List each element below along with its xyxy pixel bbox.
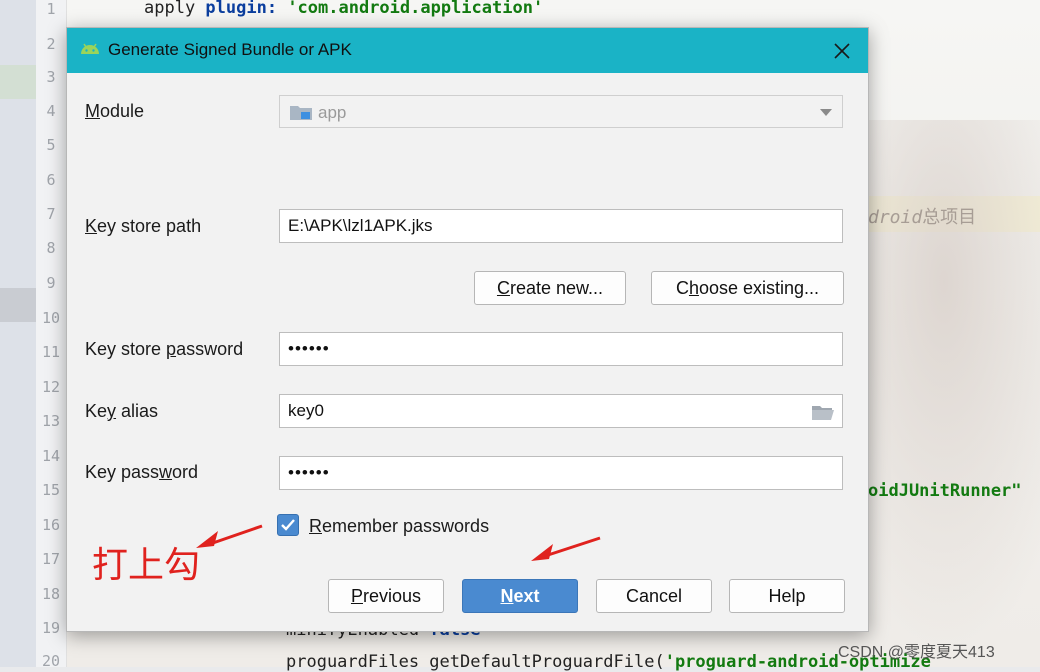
line-number: 20 xyxy=(41,652,61,670)
line-number: 10 xyxy=(41,309,61,327)
line-number: 6 xyxy=(46,171,56,189)
password-mask: •••••• xyxy=(288,463,330,482)
button-label: revious xyxy=(362,586,422,606)
module-label: Module xyxy=(85,101,144,122)
dialog-title: Generate Signed Bundle or APK xyxy=(108,40,352,59)
button-label: C xyxy=(675,278,689,298)
line-number: 1 xyxy=(46,0,56,18)
line-number: 18 xyxy=(41,585,61,603)
label-text: ey store path xyxy=(97,216,202,236)
label-text: Key pass xyxy=(85,462,160,482)
label-text: Key store xyxy=(85,339,167,359)
line-number: 19 xyxy=(41,619,61,637)
label-mnemonic: w xyxy=(159,462,173,482)
line-number: 5 xyxy=(46,136,56,154)
module-select[interactable]: app xyxy=(279,95,843,128)
cancel-button[interactable]: Cancel xyxy=(596,579,712,613)
line-number: 4 xyxy=(46,102,56,120)
button-label: reate new... xyxy=(509,278,604,298)
label-mnemonic: y xyxy=(107,401,117,421)
label-text: assword xyxy=(176,339,244,359)
label-text: Ke xyxy=(85,401,108,421)
code-fragment-runner: oidJUnitRunner" xyxy=(868,481,1022,501)
line-number: 14 xyxy=(41,447,61,465)
comment-text-cjk: 总项目 xyxy=(922,207,977,228)
code-line-20: proguardFiles getDefaultProguardFile('pr… xyxy=(286,652,931,672)
browse-folder-icon[interactable] xyxy=(812,404,834,420)
annotation-text: 打上勾 xyxy=(92,545,201,586)
label-text: ord xyxy=(172,462,199,482)
key-store-password-input[interactable]: •••••• xyxy=(279,332,843,366)
key-store-path-value: E:\APK\lzl1APK.jks xyxy=(288,216,433,235)
key-alias-label: Key alias xyxy=(85,401,158,422)
code-comment-fragment: droid总项目 xyxy=(868,203,976,229)
line-number: 2 xyxy=(46,35,56,53)
create-new-button[interactable]: Create new... xyxy=(474,271,626,305)
close-icon xyxy=(834,43,850,59)
line-number: 12 xyxy=(41,378,61,396)
line-number: 7 xyxy=(46,205,56,223)
key-store-password-label: Key store password xyxy=(85,339,243,360)
line-number: 8 xyxy=(46,239,56,257)
chevron-down-icon xyxy=(820,109,832,116)
button-mnemonic: N xyxy=(500,586,514,606)
button-mnemonic: C xyxy=(496,278,510,298)
line-number: 16 xyxy=(41,516,61,534)
dialog-titlebar[interactable]: Generate Signed Bundle or APK xyxy=(67,28,868,73)
key-password-label: Key password xyxy=(85,462,198,483)
button-label: oose existing... xyxy=(698,278,820,298)
label-text: odule xyxy=(100,101,145,121)
help-button[interactable]: Help xyxy=(729,579,845,613)
button-mnemonic: h xyxy=(688,278,699,298)
previous-button[interactable]: Previous xyxy=(328,579,444,613)
label-mnemonic: R xyxy=(309,516,322,536)
code-string: 'com.android.application' xyxy=(277,0,544,18)
line-number: 11 xyxy=(41,343,61,361)
strip-highlight xyxy=(0,65,36,99)
tool-window-strip xyxy=(0,0,36,667)
strip-highlight xyxy=(0,288,36,322)
key-password-input[interactable]: •••••• xyxy=(279,456,843,490)
remember-passwords-label[interactable]: Remember passwords xyxy=(309,516,489,537)
comment-text: droid xyxy=(868,207,923,228)
choose-existing-button[interactable]: Choose existing... xyxy=(651,271,844,305)
code-line-1: apply plugin: 'com.android.application' xyxy=(144,0,543,18)
label-text: alias xyxy=(116,401,159,421)
module-value: app xyxy=(318,103,347,122)
code-keyword: plugin: xyxy=(205,0,278,18)
key-alias-value: key0 xyxy=(288,401,324,420)
button-mnemonic: P xyxy=(350,586,363,606)
code-text: apply xyxy=(144,0,206,18)
line-number: 17 xyxy=(41,550,61,568)
key-store-path-input[interactable]: E:\APK\lzl1APK.jks xyxy=(279,209,843,243)
key-alias-input[interactable]: key0 xyxy=(279,394,843,428)
label-mnemonic: K xyxy=(85,216,98,236)
code-string: oidJUnitRunner" xyxy=(868,481,1022,501)
checkmark-icon xyxy=(281,519,295,531)
android-icon xyxy=(81,43,99,54)
module-folder-icon xyxy=(290,106,312,120)
close-button[interactable] xyxy=(825,34,859,68)
label-mnemonic: M xyxy=(85,101,100,121)
button-label: ext xyxy=(513,586,540,606)
key-store-path-label: Key store path xyxy=(85,216,201,237)
password-mask: •••••• xyxy=(288,339,330,358)
code-text: proguardFiles getDefaultProguardFile( xyxy=(286,652,665,672)
next-button[interactable]: Next xyxy=(462,579,578,613)
label-text: emember passwords xyxy=(322,516,490,536)
label-mnemonic: p xyxy=(166,339,177,359)
line-number: 13 xyxy=(41,412,61,430)
line-number: 15 xyxy=(41,481,61,499)
line-number: 9 xyxy=(46,274,56,292)
line-number: 3 xyxy=(46,68,56,86)
watermark: CSDN @零度夏天413 xyxy=(838,644,995,661)
remember-passwords-checkbox[interactable] xyxy=(277,514,299,536)
